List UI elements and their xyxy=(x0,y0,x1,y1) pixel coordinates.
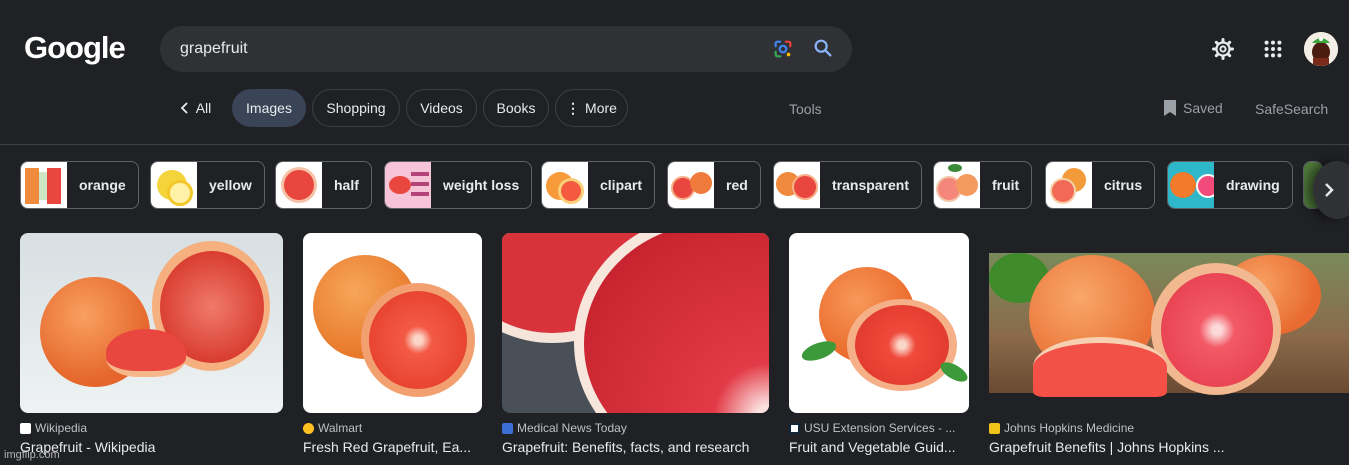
chip-label: half xyxy=(334,177,359,193)
chip-label: citrus xyxy=(1104,177,1143,193)
result-card[interactable]: Medical News Today Grapefruit: Benefits,… xyxy=(502,233,769,455)
tab-videos[interactable]: Videos xyxy=(406,89,477,127)
wikipedia-favicon-icon xyxy=(20,422,31,434)
result-source: Walmart xyxy=(303,421,482,435)
usu-favicon-icon xyxy=(789,422,800,434)
chip-red[interactable]: red xyxy=(667,161,761,209)
chip-label: red xyxy=(726,177,748,193)
result-title[interactable]: Grapefruit Benefits | Johns Hopkins ... xyxy=(989,439,1349,455)
account-avatar[interactable] xyxy=(1304,32,1338,66)
result-title[interactable]: Fresh Red Grapefruit, Ea... xyxy=(303,439,482,455)
chip-citrus[interactable]: citrus xyxy=(1045,161,1156,209)
tab-images-label: Images xyxy=(246,100,292,116)
result-source-label: Walmart xyxy=(318,421,363,435)
chip-label: weight loss xyxy=(443,177,520,193)
chip-label: clipart xyxy=(600,177,643,193)
result-title[interactable]: Grapefruit: Benefits, facts, and researc… xyxy=(502,439,769,455)
chip-thumbnail xyxy=(21,162,67,208)
result-image[interactable] xyxy=(989,233,1349,413)
chip-orange[interactable]: orange xyxy=(20,161,139,209)
google-lens-icon[interactable] xyxy=(772,38,794,60)
result-source-label: Wikipedia xyxy=(35,421,88,435)
more-vertical-dots-icon: ⋮ xyxy=(566,99,581,116)
avatar-image xyxy=(1304,32,1338,66)
chip-thumbnail xyxy=(385,162,431,208)
chip-fruit[interactable]: fruit xyxy=(933,161,1033,209)
safesearch-button[interactable]: SafeSearch xyxy=(1255,101,1328,117)
google-logo[interactable]: Google xyxy=(24,30,126,66)
chip-label: fruit xyxy=(992,177,1020,193)
tab-all[interactable]: All xyxy=(170,89,220,127)
header-divider xyxy=(0,144,1349,145)
chip-label: orange xyxy=(79,177,126,193)
chip-thumbnail xyxy=(1168,162,1214,208)
result-source: Medical News Today xyxy=(502,421,769,435)
chip-thumbnail xyxy=(276,162,322,208)
tab-images[interactable]: Images xyxy=(232,89,306,127)
chevron-left-icon xyxy=(180,102,188,114)
result-source-label: USU Extension Services - ... xyxy=(804,421,956,435)
result-card[interactable]: Wikipedia Grapefruit - Wikipedia xyxy=(20,233,283,455)
chip-clipart[interactable]: clipart xyxy=(541,161,656,209)
result-source: Johns Hopkins Medicine xyxy=(989,421,1349,435)
apps-grid-icon[interactable] xyxy=(1262,38,1284,60)
result-image[interactable] xyxy=(789,233,969,413)
result-source-label: Johns Hopkins Medicine xyxy=(1004,421,1135,435)
result-image[interactable] xyxy=(20,233,283,413)
tab-shopping[interactable]: Shopping xyxy=(312,89,400,127)
search-icon[interactable] xyxy=(812,37,834,59)
tab-videos-label: Videos xyxy=(420,100,463,116)
result-image[interactable] xyxy=(303,233,482,413)
johns-hopkins-favicon-icon xyxy=(989,422,1000,434)
chip-drawing[interactable]: drawing xyxy=(1167,161,1293,209)
chips-next-button[interactable] xyxy=(1313,161,1349,219)
chip-thumbnail xyxy=(151,162,197,208)
tools-button[interactable]: Tools xyxy=(789,101,822,117)
chip-thumbnail xyxy=(934,162,980,208)
imgflip-watermark: imgflip.com xyxy=(4,449,60,461)
chip-thumbnail xyxy=(668,162,714,208)
chip-half[interactable]: half xyxy=(275,161,372,209)
bookmark-icon xyxy=(1164,100,1176,116)
chip-weight-loss[interactable]: weight loss xyxy=(384,161,533,209)
chip-thumbnail xyxy=(774,162,820,208)
chip-label: transparent xyxy=(832,177,910,193)
chip-transparent[interactable]: transparent xyxy=(773,161,923,209)
result-card[interactable]: USU Extension Services - ... Fruit and V… xyxy=(789,233,969,455)
saved-button[interactable]: Saved xyxy=(1163,99,1223,117)
tab-books[interactable]: Books xyxy=(483,89,549,127)
result-source: USU Extension Services - ... xyxy=(789,421,969,435)
medical-news-today-favicon-icon xyxy=(502,422,513,434)
chevron-right-icon xyxy=(1325,183,1334,197)
chip-thumbnail xyxy=(542,162,588,208)
search-bar[interactable]: grapefruit xyxy=(160,26,852,72)
settings-gear-icon[interactable] xyxy=(1211,37,1235,61)
tab-shopping-label: Shopping xyxy=(326,100,386,116)
tab-more[interactable]: ⋮ More xyxy=(555,89,628,127)
chip-yellow[interactable]: yellow xyxy=(150,161,265,209)
result-image[interactable] xyxy=(502,233,769,413)
chip-thumbnail xyxy=(1046,162,1092,208)
result-title[interactable]: Fruit and Vegetable Guid... xyxy=(789,439,969,455)
search-input[interactable]: grapefruit xyxy=(180,40,248,58)
result-source: Wikipedia xyxy=(20,421,283,435)
tab-more-label: More xyxy=(585,100,617,116)
tab-all-label: All xyxy=(195,100,212,116)
result-source-label: Medical News Today xyxy=(517,421,627,435)
chip-label: drawing xyxy=(1226,177,1280,193)
result-card[interactable]: Johns Hopkins Medicine Grapefruit Benefi… xyxy=(989,233,1349,455)
saved-label: Saved xyxy=(1183,100,1223,116)
result-card[interactable]: Walmart Fresh Red Grapefruit, Ea... xyxy=(303,233,482,455)
chip-label: yellow xyxy=(209,177,252,193)
tab-books-label: Books xyxy=(496,100,536,116)
walmart-favicon-icon xyxy=(303,422,314,434)
